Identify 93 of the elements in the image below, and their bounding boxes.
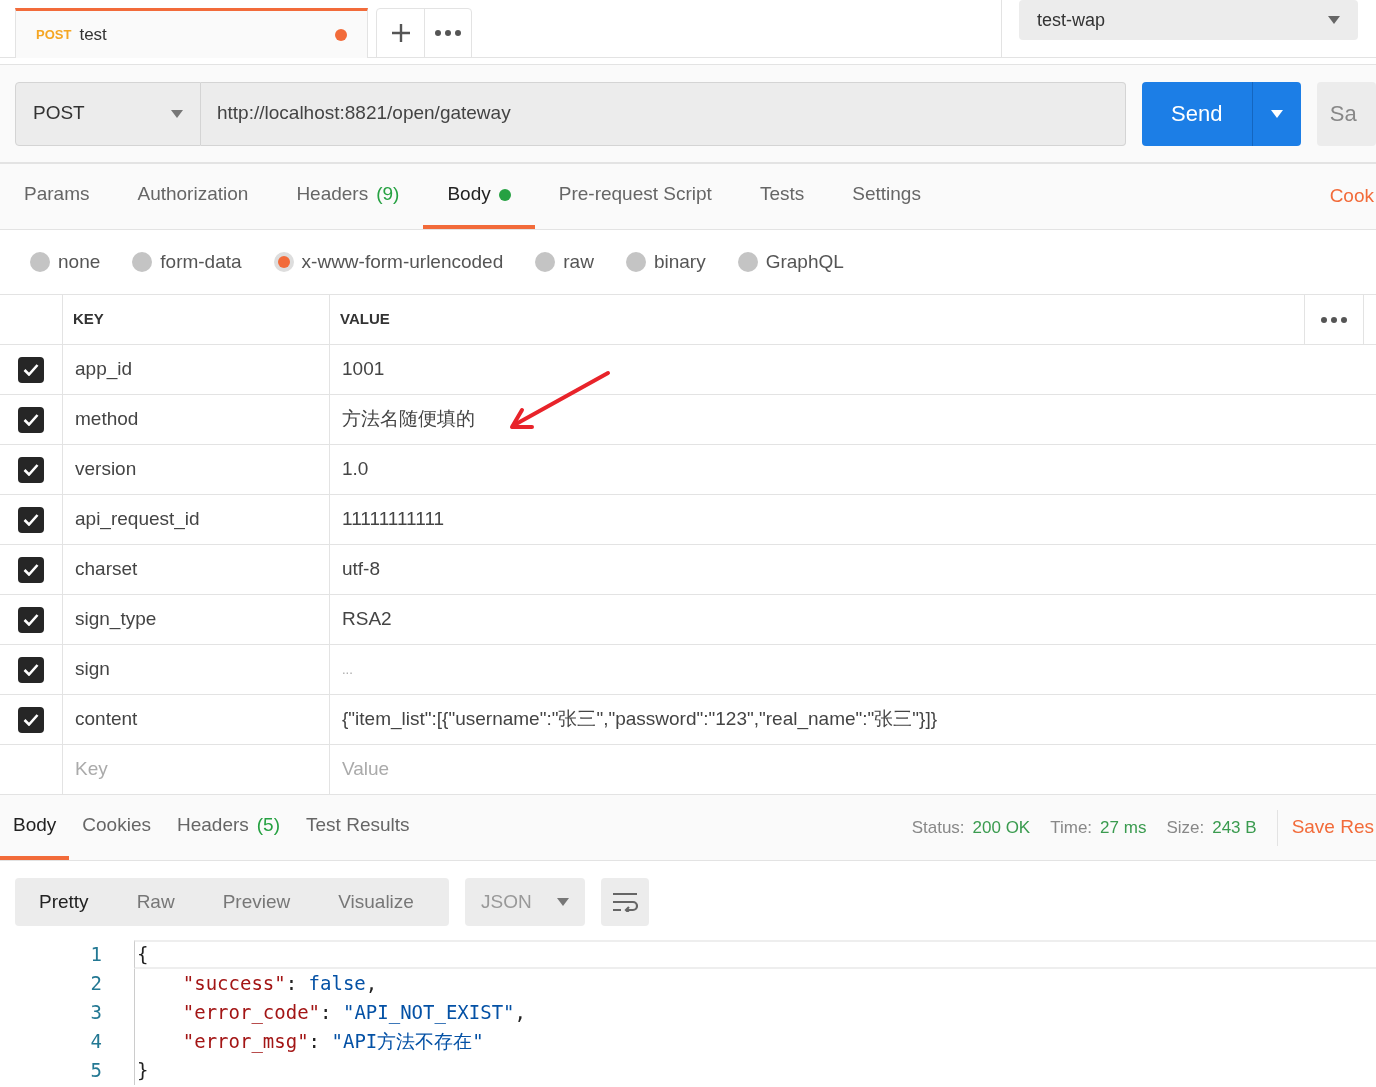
body-type-radio[interactable]: form-data [132, 247, 242, 277]
key-cell-text: method [75, 407, 139, 432]
row-checkbox[interactable] [18, 506, 44, 533]
view-mode-tab[interactable]: Preview [198, 878, 315, 926]
row-checkbox[interactable] [18, 656, 44, 683]
more-icon [1321, 316, 1347, 323]
check-icon [23, 713, 39, 726]
request-tab-item[interactable]: Pre-request Script [534, 164, 736, 229]
key-cell-text: app_id [75, 357, 133, 382]
code-line: "success": false, [181, 971, 378, 997]
response-tab[interactable]: Headers (5) [163, 795, 294, 860]
value-cell-text: ... [342, 660, 353, 679]
row-checkbox[interactable] [18, 456, 44, 483]
check-icon [23, 463, 39, 476]
url-input[interactable]: http://localhost:8821/open/gateway [201, 81, 1126, 146]
row-checkbox[interactable] [18, 406, 44, 433]
value-cell-text: 1.0 [342, 457, 369, 482]
line-number: 1 [89, 942, 102, 968]
tab-title: test [79, 23, 107, 46]
more-icon [435, 30, 461, 36]
value-cell-text: 1001 [342, 357, 385, 382]
stat-value: 27 ms [1100, 816, 1147, 839]
save-button[interactable]: Sa [1316, 81, 1376, 146]
check-icon [23, 413, 39, 426]
code-line: } [137, 1058, 149, 1084]
more-button[interactable] [1304, 295, 1364, 344]
value-cell-text: utf-8 [342, 557, 381, 582]
column-header: VALUE [339, 309, 391, 330]
key-input[interactable]: Key [75, 755, 317, 784]
code-line: "error_msg": "API方法不存在" [181, 1029, 484, 1055]
request-tab-item[interactable]: Authorization [113, 164, 273, 229]
stat-value: 200 OK [972, 816, 1031, 839]
check-icon [23, 563, 39, 576]
response-tab[interactable]: Cookies [69, 795, 164, 860]
key-cell-text: content [75, 707, 138, 732]
value-cell-text: RSA2 [342, 607, 392, 632]
row-checkbox[interactable] [18, 606, 44, 633]
key-cell-text: sign [75, 657, 110, 682]
request-tab-item[interactable]: Headers (9) [272, 164, 424, 229]
stat-value: 243 B [1212, 816, 1257, 839]
value-input[interactable]: Value [342, 755, 1364, 784]
key-cell-text: version [75, 457, 137, 482]
value-cell-text: 11111111111 [342, 507, 445, 532]
key-cell-text: charset [75, 557, 138, 582]
value-cell-text: {"item_list":[{"username":"张三","password":"123","real_name":"张三"}]} [342, 707, 937, 732]
column-header: KEY [63, 295, 330, 345]
check-icon [23, 513, 39, 526]
response-tab[interactable]: Body [0, 795, 70, 860]
caret-icon [1270, 109, 1283, 118]
plus-icon [390, 23, 411, 43]
check-icon [23, 663, 39, 676]
key-cell-text: api_request_id [75, 507, 200, 532]
code-line: "error_code": "API_NOT_EXIST", [181, 1000, 526, 1026]
row-checkbox[interactable] [18, 706, 44, 733]
request-tab[interactable]: POST test [15, 8, 368, 58]
key-cell-text: sign_type [75, 607, 157, 632]
value-cell-text: 方法名随便填的 [342, 407, 475, 432]
method-select[interactable]: POST [15, 81, 201, 146]
body-type-radio[interactable]: GraphQL [737, 247, 844, 277]
check-icon [23, 613, 39, 626]
body-type-radio[interactable]: x-www-form-urlencoded [273, 247, 504, 277]
environment-select[interactable]: test-wap [1019, 0, 1358, 40]
body-type-radio[interactable]: binary [625, 247, 706, 277]
row-checkbox[interactable] [18, 356, 44, 383]
stat-label: Status: [911, 816, 965, 839]
request-tab-item[interactable]: Settings [828, 164, 945, 229]
response-tab[interactable]: Test Results [293, 795, 423, 860]
stat-label: Size: [1166, 816, 1205, 839]
code-line: { [137, 942, 149, 968]
view-mode-tab[interactable]: Raw [112, 878, 199, 926]
wrap-button[interactable] [601, 878, 649, 926]
save-response-link[interactable]: Save Res [1277, 813, 1374, 842]
caret-icon [171, 109, 183, 118]
method-label: POST [36, 25, 72, 44]
body-type-radio[interactable]: raw [535, 247, 594, 277]
check-icon [23, 363, 39, 376]
line-number: 2 [89, 971, 102, 997]
line-number: 3 [89, 1000, 102, 1026]
request-tab-item[interactable]: Body [423, 164, 535, 229]
cookies-link[interactable]: Cook [1329, 182, 1374, 211]
line-number: 4 [89, 1029, 102, 1055]
caret-icon [557, 898, 569, 906]
view-mode-tab[interactable]: Visualize [314, 878, 438, 926]
stat-label: Time: [1050, 816, 1093, 839]
line-number: 5 [89, 1058, 102, 1084]
caret-icon [1328, 16, 1340, 24]
wrap-lines-icon [612, 892, 638, 912]
row-checkbox[interactable] [18, 556, 44, 583]
body-type-radio[interactable]: none [30, 247, 101, 277]
view-mode-tab[interactable]: Pretty [15, 878, 113, 926]
request-tab-item[interactable]: Tests [735, 164, 829, 229]
send-button[interactable]: Send [1141, 81, 1252, 146]
request-tab-item[interactable]: Params [0, 164, 114, 229]
